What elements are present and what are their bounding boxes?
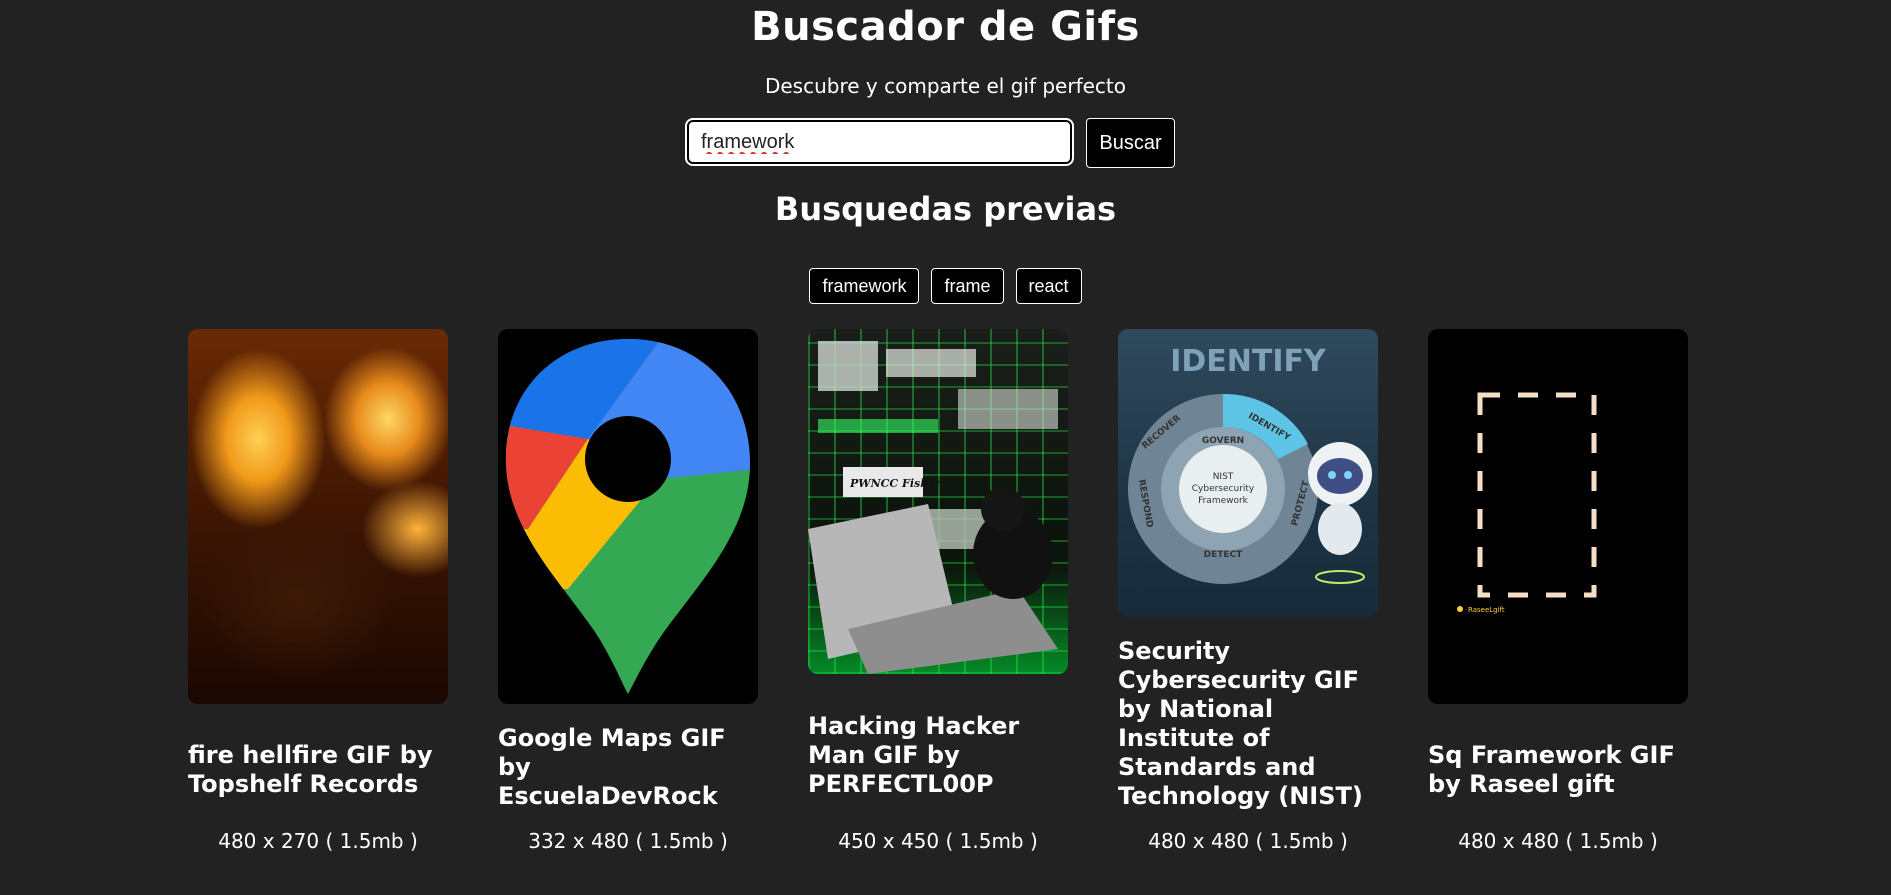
search-input[interactable]	[685, 118, 1074, 166]
pwncc-label: PWNCC Fisher	[849, 477, 942, 490]
gif-title: Google Maps GIF by EscuelaDevRock	[498, 724, 726, 810]
gif-title: Sq Framework GIF by Raseel gift	[1428, 741, 1675, 798]
gif-title: Hacking Hacker Man GIF by PERFECTL00P	[808, 712, 1020, 798]
maps-pin-graphic	[505, 339, 750, 694]
gif-card[interactable]: Google Maps GIF by EscuelaDevRock 332 x …	[498, 329, 758, 859]
gif-grid: fire hellfire GIF by Topshelf Records 48…	[188, 329, 1688, 859]
dashed-frame-graphic: RaseeLgift	[1457, 392, 1597, 614]
previous-search-chip[interactable]: frame	[931, 268, 1004, 304]
page-title: Buscador de Gifs	[751, 4, 1140, 50]
page-subtitle: Descubre y comparte el gif perfecto	[764, 74, 1127, 98]
gif-meta: 480 x 480 ( 1.5mb )	[1148, 829, 1348, 853]
gif-card[interactable]: fire hellfire GIF by Topshelf Records 48…	[188, 329, 448, 859]
search-button[interactable]: Buscar	[1086, 118, 1175, 168]
previous-searches-title: Busquedas previas	[774, 190, 1117, 228]
gif-meta: 480 x 480 ( 1.5mb )	[1458, 829, 1658, 853]
gif-title: fire hellfire GIF by Topshelf Records	[188, 741, 433, 798]
gif-title: Security Cybersecurity GIF by National I…	[1118, 637, 1363, 810]
previous-search-chip[interactable]: react	[1015, 268, 1082, 304]
gif-card[interactable]: PWNCC Fisher Hacking Hacker Man GIF by P…	[808, 329, 1068, 859]
gif-card[interactable]: IDENTIFY NIST Cybersecurity Framework GO…	[1118, 329, 1378, 859]
nist-ring-label: GOVERN	[1202, 436, 1244, 446]
search-bar: Buscar	[685, 118, 1175, 168]
nist-graphic: IDENTIFY NIST Cybersecurity Framework GO…	[1128, 344, 1372, 584]
nist-center-line: Framework	[1198, 496, 1249, 506]
gif-meta: 480 x 270 ( 1.5mb )	[218, 829, 418, 853]
gif-meta: 332 x 480 ( 1.5mb )	[528, 829, 728, 853]
nist-center-line: NIST	[1213, 472, 1234, 482]
nist-center-line: Cybersecurity	[1192, 484, 1255, 494]
app-page: Buscador de Gifs Descubre y comparte el …	[0, 0, 1891, 895]
hacker-graphic: PWNCC Fisher	[808, 341, 1058, 674]
google-maps-pin-image[interactable]	[498, 329, 758, 704]
nist-framework-image[interactable]: IDENTIFY NIST Cybersecurity Framework GO…	[1118, 329, 1378, 617]
gif-meta: 450 x 450 ( 1.5mb )	[838, 829, 1038, 853]
raseel-watermark: RaseeLgift	[1468, 606, 1505, 614]
previous-searches-list: framework frame react	[0, 268, 1891, 304]
previous-search-chip[interactable]: framework	[809, 268, 920, 304]
nist-ring-label: DETECT	[1204, 550, 1244, 560]
fire-image[interactable]	[188, 329, 448, 704]
hacker-cat-image[interactable]: PWNCC Fisher	[808, 329, 1068, 674]
dashed-frame-image[interactable]: RaseeLgift	[1428, 329, 1688, 704]
nist-heading: IDENTIFY	[1170, 344, 1327, 379]
gif-card[interactable]: RaseeLgift Sq Framework GIF by Raseel gi…	[1428, 329, 1688, 859]
